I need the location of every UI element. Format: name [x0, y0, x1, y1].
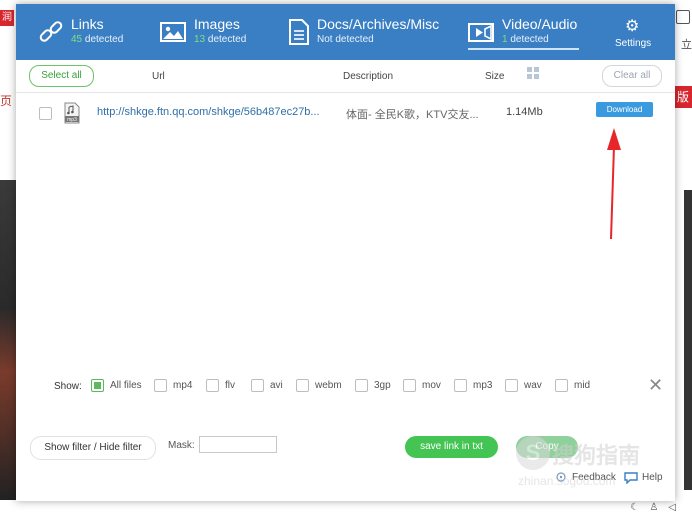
filter-label: All files: [110, 380, 142, 391]
filter-label: 3gp: [374, 380, 391, 391]
background-page-left: 润 页: [0, 0, 16, 515]
background-text: 页: [0, 94, 13, 108]
speaker-icon: ◁: [668, 502, 686, 513]
active-tab-underline: [468, 48, 579, 50]
filter-checkbox[interactable]: [505, 379, 518, 392]
downloader-popup: Links 45 detected Images 13 detected Doc…: [16, 4, 675, 501]
tab-video-audio[interactable]: Video/Audio 1 detected: [468, 4, 588, 60]
feedback-icon: [556, 472, 566, 482]
file-type-label: mp3: [67, 117, 77, 123]
filter-label: mov: [422, 380, 441, 391]
filter-checkbox[interactable]: [154, 379, 167, 392]
select-all-button[interactable]: Select all: [29, 65, 94, 87]
background-square-icon: [676, 10, 690, 24]
tab-label: Images: [194, 16, 240, 32]
clear-all-button[interactable]: Clear all: [602, 65, 662, 87]
help-label: Help: [642, 472, 663, 483]
filter-label: avi: [270, 380, 283, 391]
person-icon: ♙: [649, 502, 669, 513]
tab-count: 1 detected: [502, 34, 549, 45]
video-icon: [468, 23, 494, 42]
link-icon: [39, 21, 63, 42]
document-icon: [289, 19, 309, 45]
moon-icon: ☾: [630, 502, 650, 513]
tab-count: 45 detected: [71, 34, 124, 45]
file-url-link[interactable]: http://shkge.ftn.qq.com/shkge/56b487ec27…: [97, 106, 320, 118]
download-button[interactable]: Download: [596, 102, 653, 117]
copy-button[interactable]: Copy: [516, 436, 578, 458]
file-description: 体面- 全民K歌，KTV交友...: [346, 109, 479, 121]
filter-label: webm: [315, 380, 342, 391]
filter-show-label: Show:: [54, 381, 82, 392]
settings-label: Settings: [615, 38, 652, 49]
image-icon: [160, 22, 186, 42]
tab-status: Not detected: [317, 34, 374, 45]
background-image-strip: [0, 180, 16, 500]
background-page-right: 立 版: [674, 0, 692, 515]
table-header: Select all Url Description Size Clear al…: [16, 62, 675, 93]
background-badge: 润: [0, 10, 14, 26]
system-tray: ☾♙◁: [630, 502, 686, 513]
filter-label: mid: [574, 380, 591, 391]
row-checkbox[interactable]: [39, 107, 52, 120]
filter-checkbox[interactable]: [555, 379, 568, 392]
column-header-size: Size: [485, 71, 505, 82]
tab-count: 13 detected: [194, 34, 247, 45]
close-filter-icon[interactable]: ✕: [648, 375, 663, 396]
tab-links[interactable]: Links 45 detected: [38, 4, 148, 60]
settings-button[interactable]: ⚙ Settings: [609, 4, 659, 60]
tab-label: Docs/Archives/Misc: [317, 16, 440, 32]
tab-docs-archives-misc[interactable]: Docs/Archives/Misc Not detected: [286, 4, 456, 60]
feedback-label: Feedback: [572, 472, 616, 483]
filter-checkbox[interactable]: [251, 379, 264, 392]
filter-bar: Show: All files mp4 flv avi webm 3gp mov…: [16, 378, 675, 398]
gear-icon: ⚙: [625, 18, 640, 35]
popup-header: Links 45 detected Images 13 detected Doc…: [16, 4, 675, 60]
column-header-url: Url: [152, 71, 165, 82]
file-size: 1.14Mb: [506, 106, 543, 118]
audio-file-icon: mp3: [64, 102, 80, 124]
filter-label: mp3: [473, 380, 493, 391]
show-hide-filter-button[interactable]: Show filter / Hide filter: [30, 436, 156, 460]
filter-checkbox[interactable]: [296, 379, 309, 392]
tab-images[interactable]: Images 13 detected: [160, 4, 270, 60]
filter-label: flv: [225, 380, 235, 391]
background-image-strip: [684, 190, 692, 490]
tab-label: Links: [71, 16, 104, 32]
table-row: mp3 http://shkge.ftn.qq.com/shkge/56b487…: [16, 94, 675, 132]
save-link-button[interactable]: save link in txt: [405, 436, 498, 458]
filter-label: wav: [524, 380, 542, 391]
filter-label: mp4: [173, 380, 193, 391]
mask-label: Mask:: [168, 440, 195, 451]
column-header-description: Description: [343, 71, 394, 82]
filter-checkbox[interactable]: [403, 379, 416, 392]
filter-checkbox[interactable]: [91, 379, 104, 392]
filter-checkbox[interactable]: [454, 379, 467, 392]
chat-bubble-icon: [624, 472, 638, 484]
filter-checkbox[interactable]: [206, 379, 219, 392]
grid-icon[interactable]: [527, 67, 539, 79]
filter-checkbox[interactable]: [355, 379, 368, 392]
tab-label: Video/Audio: [502, 16, 578, 32]
background-badge: 版: [674, 86, 692, 108]
mask-input[interactable]: [199, 436, 277, 453]
background-text: 立: [681, 39, 692, 51]
